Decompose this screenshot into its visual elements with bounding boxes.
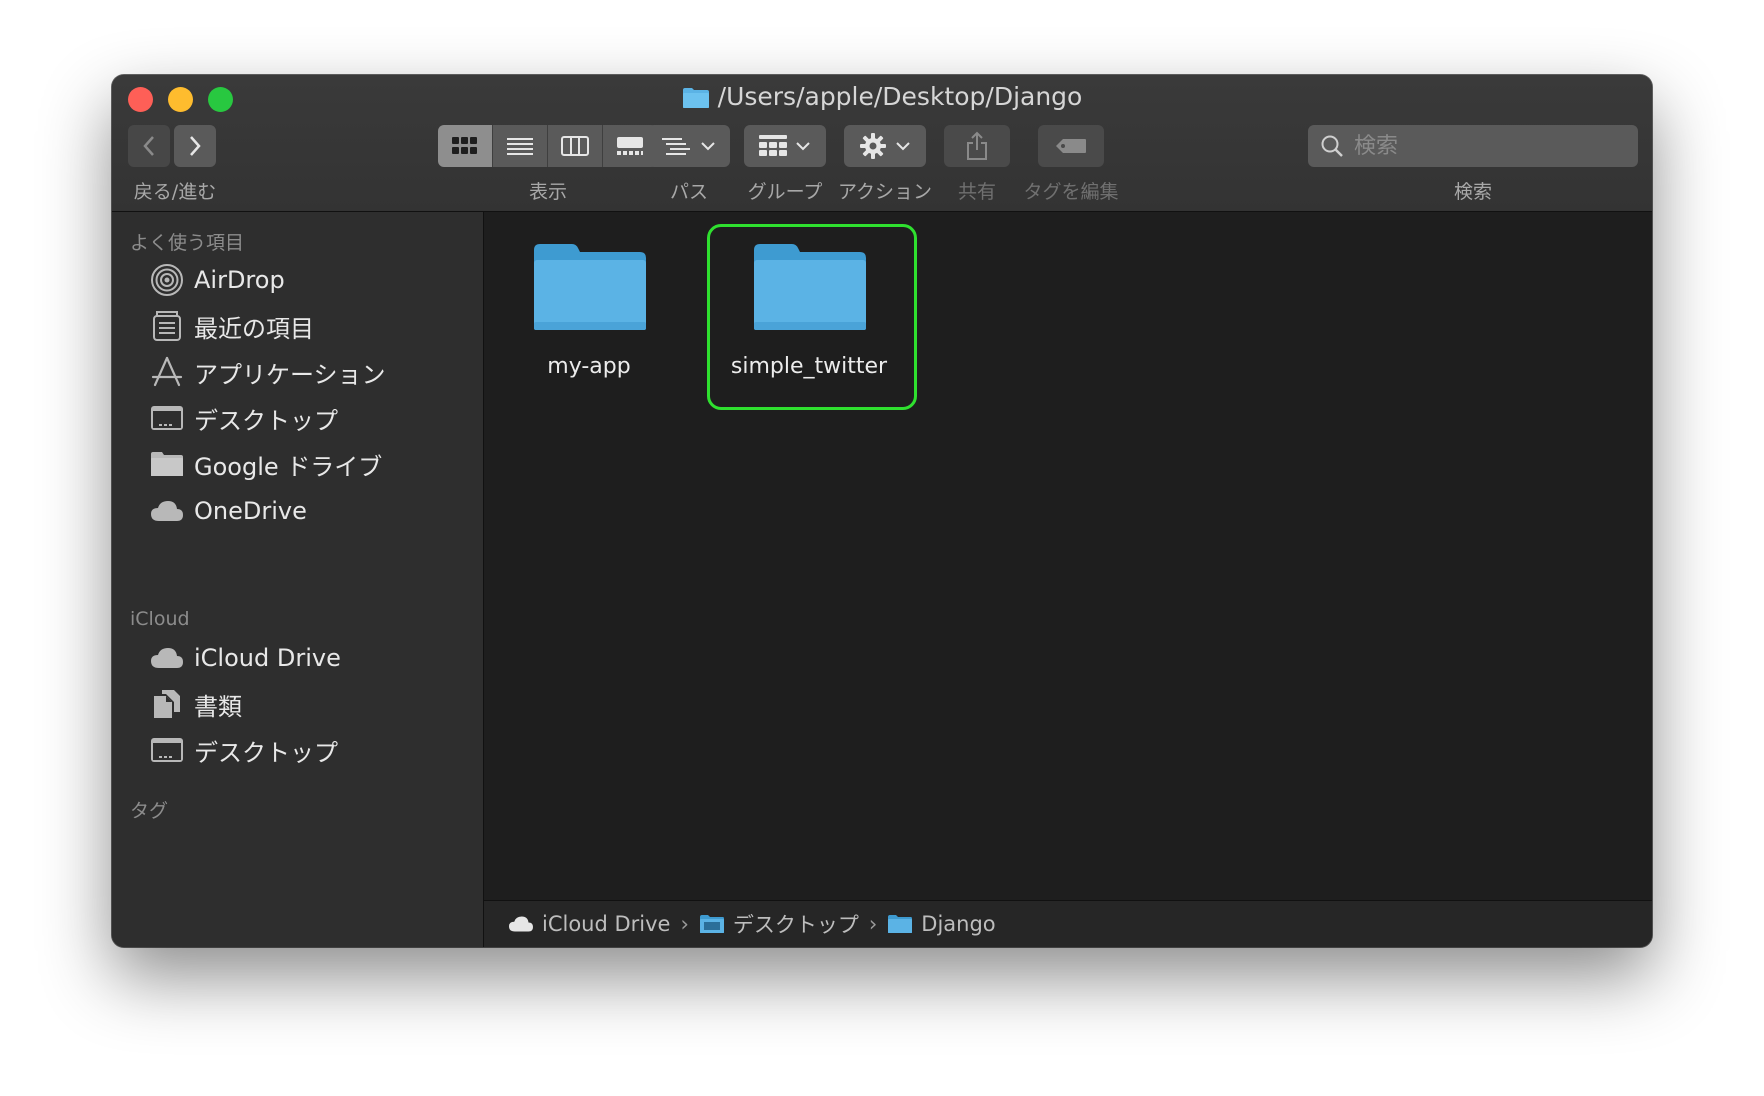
sidebar-item-label: デスクトップ	[194, 738, 338, 767]
folder-name: my-app	[547, 354, 631, 379]
columns-icon	[561, 136, 589, 156]
applications-icon	[148, 354, 186, 390]
sidebar: よく使う項目 AirDrop 最近の項目 アプリケーション デスクトップ Goo…	[112, 212, 484, 947]
sidebar-item-label: 最近の項目	[194, 314, 314, 343]
chevron-down-icon	[701, 142, 715, 151]
file-browser: my-app simple_twitter	[484, 212, 1652, 900]
back-button[interactable]	[128, 125, 170, 167]
sidebar-item-label: デスクトップ	[194, 406, 338, 435]
folder-icon	[887, 914, 913, 934]
path-crumb-django[interactable]: Django	[887, 912, 996, 936]
window-title-text: /Users/apple/Desktop/Django	[717, 82, 1083, 111]
sidebar-item-desktop[interactable]: デスクトップ	[148, 398, 338, 438]
window-title: /Users/apple/Desktop/Django	[112, 82, 1652, 115]
desktop-icon	[148, 732, 186, 768]
grid-icon	[452, 137, 477, 154]
icon-view-button[interactable]	[438, 125, 493, 167]
group-label: グループ	[747, 181, 823, 203]
desktop-icon	[148, 400, 186, 436]
path-bar: iCloud Drive › デスクトップ › Django	[484, 900, 1652, 947]
sidebar-item-icloud-drive[interactable]: iCloud Drive	[148, 638, 341, 678]
folder-item[interactable]: my-app	[494, 226, 684, 394]
folder-icon	[754, 244, 866, 330]
sidebar-item-applications[interactable]: アプリケーション	[148, 352, 386, 392]
desktop-folder-icon	[699, 914, 725, 934]
view-mode-control	[438, 125, 657, 167]
sidebar-item-google-drive[interactable]: Google ドライブ	[148, 444, 382, 484]
chevron-left-icon	[143, 136, 154, 156]
sidebar-item-recents[interactable]: 最近の項目	[148, 306, 314, 346]
nav-label: 戻る/進む	[133, 181, 217, 203]
action-button[interactable]	[844, 125, 926, 167]
folder-icon	[534, 244, 646, 330]
cloud-icon	[148, 640, 186, 676]
gallery-icon	[617, 137, 643, 155]
search-label: 検索	[1453, 181, 1492, 203]
search-field[interactable]	[1308, 125, 1638, 167]
path-button[interactable]	[648, 125, 730, 167]
view-label: 表示	[528, 181, 567, 203]
share-button[interactable]	[944, 125, 1010, 167]
search-icon	[1321, 135, 1343, 157]
titlebar: /Users/apple/Desktop/Django 戻る/進む 表示 パス …	[112, 75, 1652, 212]
tags-header: タグ	[130, 800, 169, 822]
chevron-right-icon: ›	[868, 912, 878, 936]
folder-item[interactable]: simple_twitter	[714, 226, 904, 394]
folder-icon	[682, 86, 710, 115]
chevron-right-icon: ›	[680, 912, 689, 936]
sidebar-item-airdrop[interactable]: AirDrop	[148, 260, 285, 300]
finder-window: /Users/apple/Desktop/Django 戻る/進む 表示 パス …	[112, 75, 1652, 947]
path-crumb-desktop[interactable]: デスクトップ	[699, 909, 859, 939]
chevron-down-icon	[896, 142, 910, 151]
group-button[interactable]	[744, 125, 826, 167]
list-view-button[interactable]	[493, 125, 548, 167]
group-icon	[759, 135, 787, 156]
search-input[interactable]	[1352, 132, 1616, 160]
folder-icon	[148, 446, 186, 482]
chevron-right-icon	[190, 136, 201, 156]
recents-icon	[148, 308, 186, 344]
edit-tags-button[interactable]	[1038, 125, 1104, 167]
documents-icon	[148, 686, 186, 722]
column-view-button[interactable]	[548, 125, 603, 167]
path-list-icon	[662, 138, 690, 155]
sidebar-item-icloud-desktop[interactable]: デスクトップ	[148, 730, 338, 770]
path-crumb-icloud-drive[interactable]: iCloud Drive	[508, 912, 670, 936]
share-label: 共有	[957, 181, 996, 203]
sidebar-item-label: 書類	[194, 692, 242, 721]
sidebar-item-label: Google ドライブ	[194, 452, 383, 481]
path-label: パス	[669, 181, 708, 203]
cloud-icon	[148, 493, 186, 529]
sidebar-item-label: アプリケーション	[194, 360, 386, 389]
path-crumb-label: Django	[921, 912, 996, 936]
list-icon	[507, 138, 533, 155]
path-crumb-label: iCloud Drive	[542, 912, 671, 936]
action-label: アクション	[837, 181, 933, 203]
icloud-header: iCloud	[130, 608, 190, 630]
folder-name: simple_twitter	[730, 354, 888, 379]
tag-icon	[1056, 139, 1086, 153]
sidebar-item-label: iCloud Drive	[194, 644, 341, 672]
edit-tags-label: タグを編集	[1023, 181, 1119, 203]
chevron-down-icon	[796, 142, 810, 151]
sidebar-item-label: OneDrive	[194, 497, 307, 525]
path-crumb-label: デスクトップ	[732, 913, 859, 937]
sidebar-item-label: AirDrop	[194, 266, 285, 294]
sidebar-item-onedrive[interactable]: OneDrive	[148, 491, 307, 531]
sidebar-item-documents[interactable]: 書類	[148, 684, 242, 724]
cloud-icon	[508, 915, 534, 933]
share-icon	[967, 131, 987, 160]
gear-icon	[860, 133, 886, 159]
forward-button[interactable]	[174, 125, 216, 167]
favorites-header: よく使う項目	[130, 232, 245, 254]
airdrop-icon	[148, 262, 186, 298]
